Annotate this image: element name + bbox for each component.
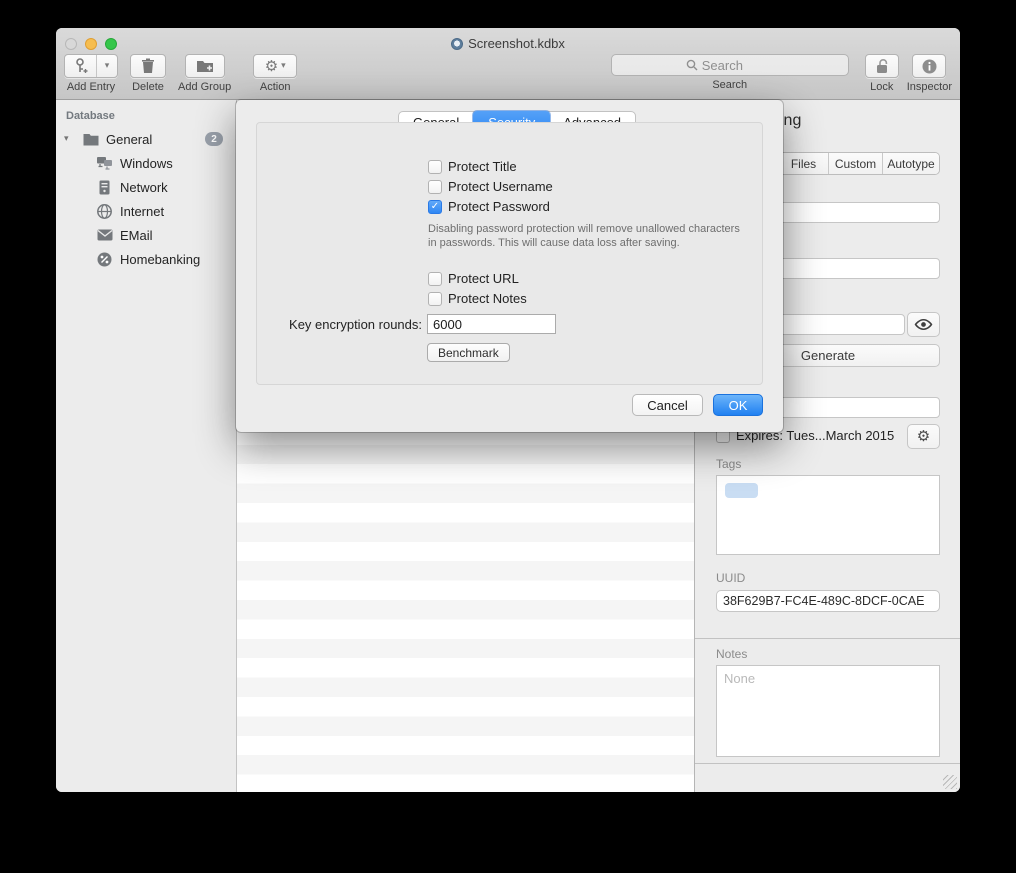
cancel-button[interactable]: Cancel [632, 394, 703, 416]
folder-plus-icon [196, 59, 214, 73]
gear-icon: ⚙ [265, 59, 278, 74]
delete-label: Delete [132, 81, 164, 93]
inspector-title-fragment: ing [780, 112, 801, 130]
protect-url-checkbox[interactable]: ✓ [428, 272, 442, 286]
uuid-label: UUID [716, 571, 745, 585]
globe-icon [96, 203, 113, 220]
checkbox-label: Protect Username [448, 179, 553, 194]
protect-username-row[interactable]: ✓ Protect Username [428, 179, 553, 194]
protect-password-checkbox[interactable]: ✓ [428, 200, 442, 214]
reveal-password-button[interactable] [907, 312, 940, 337]
protect-title-row[interactable]: ✓ Protect Title [428, 159, 517, 174]
sidebar-item-label: Homebanking [120, 252, 200, 267]
toolbar: ▾ Add Entry Delete Add Group [64, 54, 952, 98]
app-window: Screenshot.kdbx ▾ Add Entry [56, 28, 960, 792]
folder-icon [82, 131, 99, 148]
checkbox-label: Protect Title [448, 159, 517, 174]
sidebar-item-network[interactable]: Network [56, 175, 236, 199]
window-title: Screenshot.kdbx [56, 36, 960, 51]
lock-label: Lock [870, 81, 893, 93]
add-group-tool: Add Group [178, 54, 231, 93]
protect-title-checkbox[interactable]: ✓ [428, 160, 442, 174]
benchmark-button[interactable]: Benchmark [427, 343, 510, 362]
inspector-tab-autotype[interactable]: Autotype [883, 153, 939, 174]
sidebar-item-general[interactable]: ▾ General 2 [56, 127, 236, 151]
tags-label: Tags [716, 457, 741, 471]
lock-button[interactable] [865, 54, 899, 78]
disclosure-triangle-icon[interactable]: ▾ [64, 134, 76, 144]
checkbox-label: Protect Password [448, 199, 550, 214]
add-entry-label: Add Entry [67, 81, 115, 93]
protect-notes-row[interactable]: ✓ Protect Notes [428, 291, 527, 306]
desktop-background: Screenshot.kdbx ▾ Add Entry [0, 0, 1016, 873]
sidebar-item-windows[interactable]: Windows [56, 151, 236, 175]
add-entry-button[interactable]: ▾ [64, 54, 118, 78]
key-encryption-rounds-input[interactable] [427, 314, 556, 334]
window-resize-grip[interactable] [943, 775, 957, 789]
percent-icon [96, 251, 113, 268]
protect-notes-checkbox[interactable]: ✓ [428, 292, 442, 306]
key-encryption-rounds-label: Key encryption rounds: [236, 317, 422, 332]
protect-url-row[interactable]: ✓ Protect URL [428, 271, 519, 286]
inspector-tab-custom[interactable]: Custom [829, 153, 883, 174]
sidebar-item-homebanking[interactable]: Homebanking [56, 247, 236, 271]
sidebar-item-label: Windows [120, 156, 173, 171]
lock-tool: Lock [865, 54, 899, 93]
add-group-label: Add Group [178, 81, 231, 93]
window-header: Screenshot.kdbx ▾ Add Entry [56, 28, 960, 100]
sidebar-item-label: Internet [120, 204, 164, 219]
inspector-tab-files[interactable]: Files [779, 153, 829, 174]
search-field[interactable] [611, 54, 849, 76]
sidebar-item-internet[interactable]: Internet [56, 199, 236, 223]
action-label: Action [260, 81, 291, 93]
windows-icon [96, 155, 113, 172]
inspector-label: Inspector [907, 81, 952, 93]
key-plus-icon [65, 55, 97, 77]
password-protection-warning: Disabling password protection will remov… [428, 222, 750, 250]
section-divider [695, 763, 960, 764]
action-button[interactable]: ⚙ ▾ [253, 54, 297, 78]
expires-settings-button[interactable]: ⚙ [907, 424, 940, 449]
sidebar-item-email[interactable]: EMail [56, 223, 236, 247]
database-settings-dialog: General Security Advanced ✓ Protect Titl… [236, 100, 783, 432]
add-group-button[interactable] [185, 54, 225, 78]
envelope-icon [96, 227, 113, 244]
sidebar-section-header: Database [56, 108, 236, 127]
sidebar-item-label: EMail [120, 228, 153, 243]
sidebar-item-label: General [106, 132, 152, 147]
open-padlock-icon [875, 58, 889, 74]
section-divider [695, 638, 960, 639]
search-label: Search [712, 79, 747, 91]
add-entry-tool: ▾ Add Entry [64, 54, 118, 93]
server-icon [96, 179, 113, 196]
chevron-down-icon: ▾ [281, 61, 286, 71]
sidebar-item-label: Network [120, 180, 168, 195]
search-input[interactable] [702, 58, 840, 73]
checkbox-label: Protect Notes [448, 291, 527, 306]
gear-icon: ⚙ [917, 429, 930, 444]
checkbox-label: Protect URL [448, 271, 519, 286]
notes-label: Notes [716, 647, 747, 661]
magnifier-icon [686, 59, 698, 71]
chevron-down-icon[interactable]: ▾ [97, 55, 117, 77]
delete-tool: Delete [130, 54, 166, 93]
ok-button[interactable]: OK [713, 394, 763, 416]
protect-password-row[interactable]: ✓ Protect Password [428, 199, 550, 214]
inspector-button[interactable] [912, 54, 946, 78]
document-icon [451, 38, 463, 50]
inspector-tool: Inspector [907, 54, 952, 93]
search-tool: Search [611, 54, 849, 91]
delete-button[interactable] [130, 54, 166, 78]
uuid-field[interactable] [716, 590, 940, 612]
eye-icon [914, 318, 933, 331]
tag-token[interactable] [725, 483, 758, 498]
notes-field[interactable] [716, 665, 940, 757]
action-tool: ⚙ ▾ Action [253, 54, 297, 93]
tags-field[interactable] [716, 475, 940, 555]
entry-count-badge: 2 [205, 132, 223, 146]
trash-icon [141, 58, 155, 74]
sidebar: Database ▾ General 2 Windows [56, 100, 237, 792]
protect-username-checkbox[interactable]: ✓ [428, 180, 442, 194]
info-icon [922, 59, 937, 74]
